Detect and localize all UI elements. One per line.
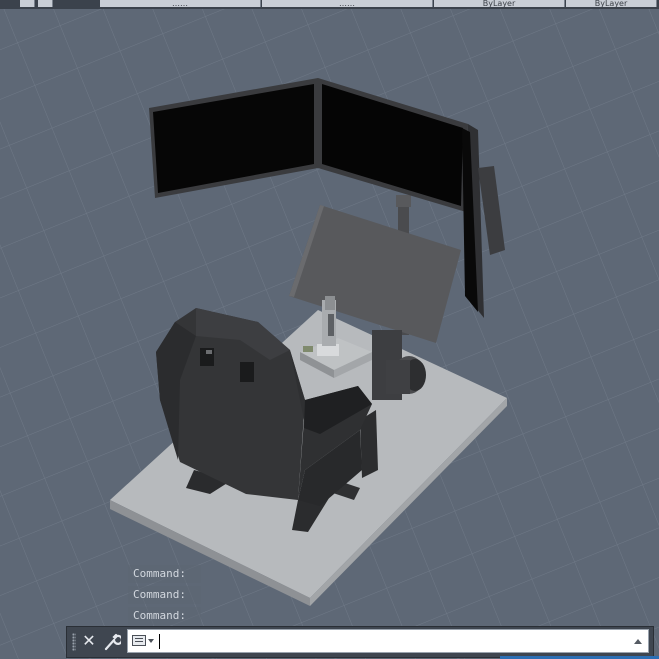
command-history-line: Command:: [128, 565, 201, 583]
chevron-up-icon[interactable]: [634, 639, 642, 644]
lineweight-dropdown[interactable]: ByLayer: [566, 0, 657, 7]
joystick-stick: [322, 296, 336, 346]
model-viewport[interactable]: [0, 0, 659, 659]
toolbar-icon[interactable]: [20, 0, 35, 7]
layer-dropdown[interactable]: ……: [100, 0, 261, 7]
command-line-bar: ✕: [66, 626, 654, 658]
toolbar-icon[interactable]: [38, 0, 53, 7]
command-input[interactable]: [127, 629, 649, 653]
wrench-icon[interactable]: [103, 632, 124, 652]
command-history-line: Command:: [128, 607, 201, 625]
command-prompt-icon[interactable]: [132, 635, 146, 646]
viewport-canvas[interactable]: [0, 0, 659, 659]
chevron-down-icon[interactable]: [148, 639, 154, 643]
text-cursor: [159, 634, 160, 649]
command-history-line: Command:: [128, 586, 201, 604]
color-dropdown[interactable]: ……: [262, 0, 433, 7]
close-icon[interactable]: ✕: [81, 631, 97, 651]
properties-toolbar: …… …… ByLayer ByLayer: [0, 0, 659, 9]
linetype-dropdown[interactable]: ByLayer: [434, 0, 565, 7]
drag-handle-icon[interactable]: [72, 633, 76, 651]
